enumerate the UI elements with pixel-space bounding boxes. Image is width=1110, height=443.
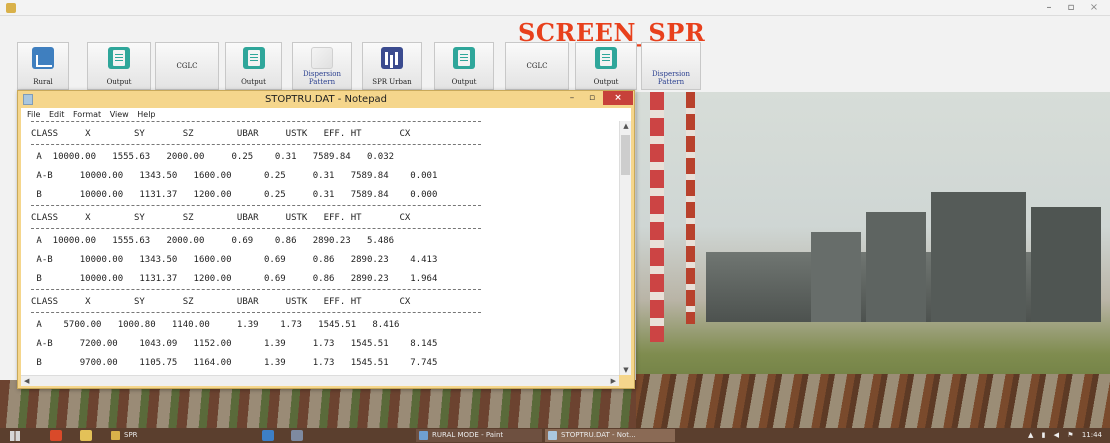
output-button-label: Output bbox=[451, 78, 477, 86]
folder-icon[interactable] bbox=[80, 430, 92, 441]
document-icon bbox=[242, 47, 265, 69]
taskbar-item-spr[interactable]: SPR bbox=[108, 429, 228, 442]
maximize-button[interactable]: ▫ bbox=[1060, 0, 1082, 16]
output-button-2[interactable]: Output bbox=[225, 42, 282, 90]
menu-view[interactable]: View bbox=[110, 110, 129, 119]
output-button-1[interactable]: Output bbox=[87, 42, 151, 90]
menu-format[interactable]: Format bbox=[73, 110, 101, 119]
text-line-header: CLASS X SY SZ UBAR USTK EFF. HT CX bbox=[31, 297, 411, 307]
taskbar: SPR RURAL MODE - Paint STOPTRU.DAT - Not… bbox=[0, 428, 1110, 443]
browser-icon[interactable] bbox=[50, 430, 62, 441]
output-button-label: Output bbox=[106, 78, 132, 86]
minimize-button[interactable]: – bbox=[1038, 0, 1060, 16]
chimney bbox=[686, 92, 695, 324]
chimney bbox=[650, 92, 664, 342]
cglc-button-label: CGLC bbox=[526, 62, 548, 70]
text-line: A-B 10000.00 1343.50 1600.00 0.69 0.86 2… bbox=[31, 255, 438, 265]
taskbar-item-label: SPR bbox=[124, 431, 138, 439]
dispersion-pattern-label: Dispersion Pattern bbox=[303, 70, 341, 86]
power-plant-photo bbox=[636, 92, 1110, 428]
notepad-menu-bar: File Edit Format View Help bbox=[21, 108, 631, 121]
scroll-left-arrow-icon[interactable]: ◀ bbox=[24, 376, 29, 387]
menu-help[interactable]: Help bbox=[137, 110, 155, 119]
document-icon bbox=[595, 47, 617, 69]
paint-app-icon bbox=[419, 431, 428, 440]
taskbar-item-label: STOPTRU.DAT - Not... bbox=[561, 431, 636, 439]
toolbar: Rural Output CGLC Output Dispersion Patt… bbox=[0, 40, 1110, 92]
notepad-maximize-button[interactable]: ▫ bbox=[582, 91, 602, 105]
document-icon bbox=[453, 47, 475, 69]
text-line-header: CLASS X SY SZ UBAR USTK EFF. HT CX bbox=[31, 129, 411, 139]
text-line: A-B 10000.00 1343.50 1600.00 0.25 0.31 7… bbox=[31, 171, 438, 181]
rural-icon bbox=[32, 47, 54, 69]
vertical-scrollbar[interactable]: ▲ ▼ bbox=[619, 121, 631, 375]
volume-icon[interactable]: ◀ bbox=[1054, 431, 1059, 439]
scroll-thumb[interactable] bbox=[621, 135, 630, 175]
close-button[interactable]: × bbox=[1083, 0, 1105, 16]
taskbar-item-label: RURAL MODE - Paint bbox=[432, 431, 504, 439]
dispersion-pattern-button-1[interactable]: Dispersion Pattern bbox=[292, 42, 352, 90]
text-line: B 10000.00 1131.37 1200.00 0.69 0.86 289… bbox=[31, 274, 438, 284]
text-line: A 10000.00 1555.63 2000.00 0.69 0.86 289… bbox=[31, 236, 395, 246]
window-title-bar: – ▫ × bbox=[0, 0, 1110, 16]
pipelines bbox=[636, 374, 1110, 428]
dispersion-pattern-button-2[interactable]: Dispersion Pattern bbox=[641, 42, 701, 90]
menu-file[interactable]: File bbox=[27, 110, 40, 119]
app-icon bbox=[6, 3, 16, 13]
horizontal-scrollbar[interactable]: ◀ ▶ bbox=[21, 375, 619, 386]
text-line: B 9700.00 1105.75 1164.00 1.39 1.73 1545… bbox=[31, 358, 438, 368]
flag-icon[interactable]: ⚑ bbox=[1067, 431, 1073, 439]
notepad-window[interactable]: STOPTRU.DAT - Notepad – ▫ × File Edit Fo… bbox=[17, 90, 635, 389]
text-line: B 10000.00 1131.37 1200.00 0.25 0.31 758… bbox=[31, 190, 438, 200]
desktop: – ▫ × SCREEN_SPR Rural Output CGLC Outpu… bbox=[0, 0, 1110, 443]
plant-structure bbox=[811, 232, 861, 322]
taskbar-item-paint[interactable]: RURAL MODE - Paint bbox=[416, 429, 542, 442]
taskbar-item-notepad[interactable]: STOPTRU.DAT - Not... bbox=[545, 429, 675, 442]
spr-app-icon bbox=[111, 431, 120, 440]
plant-structure bbox=[866, 212, 926, 322]
output-button-label: Output bbox=[593, 78, 619, 86]
menu-edit[interactable]: Edit bbox=[49, 110, 65, 119]
system-tray: ▲ ▮ ◀ ⚑ 11:44 bbox=[1022, 429, 1102, 442]
urban-icon bbox=[381, 47, 403, 69]
notepad-text-area[interactable]: CLASS X SY SZ UBAR USTK EFF. HT CX A 100… bbox=[21, 121, 619, 375]
text-line: A-B 7200.00 1043.09 1152.00 1.39 1.73 15… bbox=[31, 339, 438, 349]
cglc-button-1[interactable]: CGLC bbox=[155, 42, 219, 90]
cglc-button-2[interactable]: CGLC bbox=[505, 42, 569, 90]
clock[interactable]: 11:44 bbox=[1082, 431, 1102, 439]
spr-urban-label: SPR Urban bbox=[372, 78, 412, 86]
output-button-4[interactable]: Output bbox=[575, 42, 637, 90]
text-line-header: CLASS X SY SZ UBAR USTK EFF. HT CX bbox=[31, 213, 411, 223]
plant-structure bbox=[931, 192, 1026, 322]
dispersion-icon bbox=[311, 47, 333, 69]
dispersion-pattern-label: Dispersion Pattern bbox=[652, 70, 690, 86]
notepad-icon bbox=[23, 94, 33, 105]
app-icon[interactable] bbox=[291, 430, 303, 441]
notepad-minimize-button[interactable]: – bbox=[562, 91, 582, 105]
notepad-close-button[interactable]: × bbox=[603, 91, 633, 105]
scroll-up-arrow-icon[interactable]: ▲ bbox=[620, 122, 632, 130]
network-icon[interactable]: ▮ bbox=[1042, 431, 1046, 439]
text-line: A 5700.00 1000.80 1140.00 1.39 1.73 1545… bbox=[31, 320, 400, 330]
output-button-label: Output bbox=[241, 78, 266, 86]
app-icon[interactable] bbox=[262, 430, 274, 441]
notification-arrow-icon[interactable]: ▲ bbox=[1028, 431, 1033, 439]
scroll-down-arrow-icon[interactable]: ▼ bbox=[620, 366, 632, 374]
scroll-right-arrow-icon[interactable]: ▶ bbox=[611, 376, 616, 387]
rural-button-label: Rural bbox=[33, 78, 53, 86]
cglc-button-label: CGLC bbox=[176, 62, 198, 70]
text-line: A 10000.00 1555.63 2000.00 0.25 0.31 758… bbox=[31, 152, 395, 162]
notepad-app-icon bbox=[548, 431, 557, 440]
rural-button[interactable]: Rural bbox=[17, 42, 69, 90]
output-button-3[interactable]: Output bbox=[434, 42, 494, 90]
start-button[interactable] bbox=[10, 431, 20, 441]
document-icon bbox=[108, 47, 130, 69]
notepad-title: STOPTRU.DAT - Notepad bbox=[264, 94, 388, 105]
spr-urban-button[interactable]: SPR Urban bbox=[362, 42, 422, 90]
plant-structure bbox=[1031, 207, 1101, 322]
